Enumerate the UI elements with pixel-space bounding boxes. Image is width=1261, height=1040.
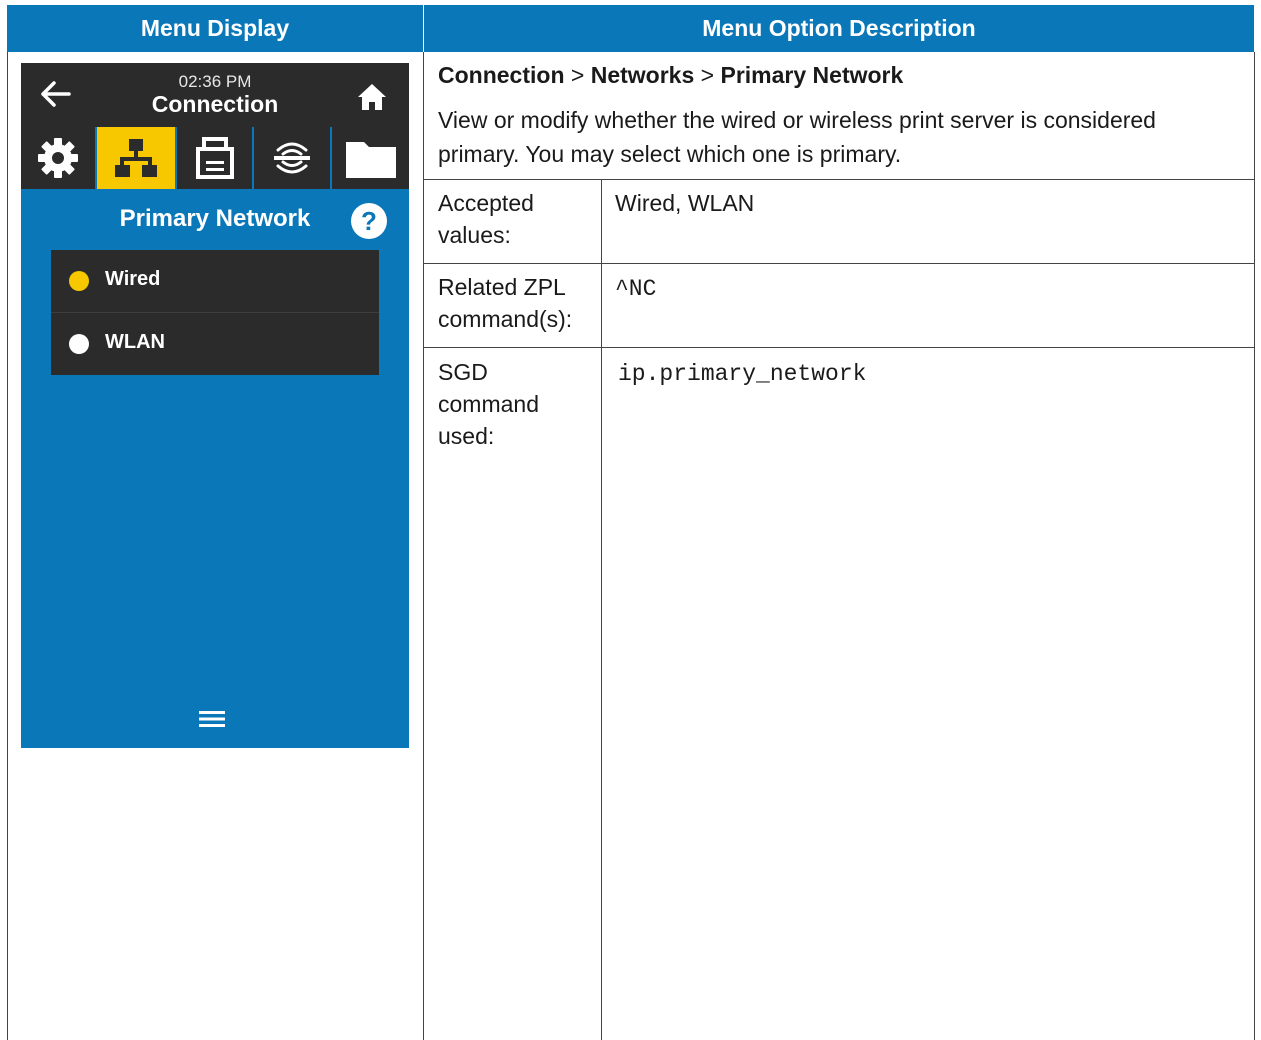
help-icon[interactable]: ? (351, 203, 387, 239)
column-divider (423, 52, 424, 1040)
breadcrumb-separator: > (694, 62, 721, 88)
breadcrumb-separator: > (564, 62, 591, 88)
breadcrumb-level-1: Connection (438, 62, 565, 88)
row-value-sgd-command: ip.primary_network (618, 361, 867, 387)
wireless-icon (274, 142, 310, 174)
inner-column-divider (601, 180, 602, 1040)
clock: 02:36 PM (178, 72, 252, 91)
breadcrumb-level-3: Primary Network (720, 62, 904, 88)
home-icon[interactable] (355, 81, 389, 113)
tab-print[interactable] (177, 127, 252, 189)
row-divider (423, 179, 1255, 180)
top-bar: 02:36 PM Connection (21, 63, 409, 127)
gear-icon (38, 138, 78, 178)
menu-option-description-header: Menu Option Description (424, 5, 1254, 52)
option-label: Wired (105, 268, 161, 290)
folder-icon (345, 142, 396, 178)
row-label-zpl-command: Related ZPL command(s): (438, 274, 573, 332)
breadcrumb-level-2: Networks (590, 62, 695, 88)
table-border-right (1254, 52, 1255, 1040)
tab-connection[interactable] (97, 127, 175, 189)
screen-title: Connection (151, 91, 279, 117)
tab-settings[interactable] (21, 127, 95, 189)
row-value-zpl-command: ^NC (615, 276, 657, 302)
row-divider (423, 263, 1255, 264)
option-wlan[interactable]: WLAN (51, 313, 379, 375)
page-header: Primary Network ? (21, 189, 409, 249)
option-description: View or modify whether the wired or wire… (438, 107, 1156, 167)
row-value-accepted-values: Wired, WLAN (615, 190, 755, 216)
printer-display: 02:36 PM Connection Primary Network ? Wi… (21, 63, 409, 748)
printer-icon (195, 137, 234, 179)
table-border-left (7, 52, 8, 1040)
radio-unselected-icon (69, 334, 89, 354)
radio-selected-icon (69, 271, 89, 291)
option-list: Wired WLAN (51, 250, 379, 375)
tab-storage[interactable] (332, 127, 409, 189)
option-label: WLAN (105, 331, 165, 353)
tab-wireless[interactable] (254, 127, 330, 189)
category-tabs (21, 127, 409, 189)
row-label-accepted-values: Accepted values: (438, 190, 534, 248)
menu-display-header: Menu Display (7, 5, 423, 52)
breadcrumb: Connection > Networks > Primary Network (438, 62, 903, 89)
row-divider (423, 347, 1255, 348)
option-wired[interactable]: Wired (51, 250, 379, 312)
row-label-sgd-command: SGD command used: (438, 359, 539, 449)
network-icon (115, 139, 157, 177)
hamburger-menu-icon[interactable] (199, 709, 225, 729)
